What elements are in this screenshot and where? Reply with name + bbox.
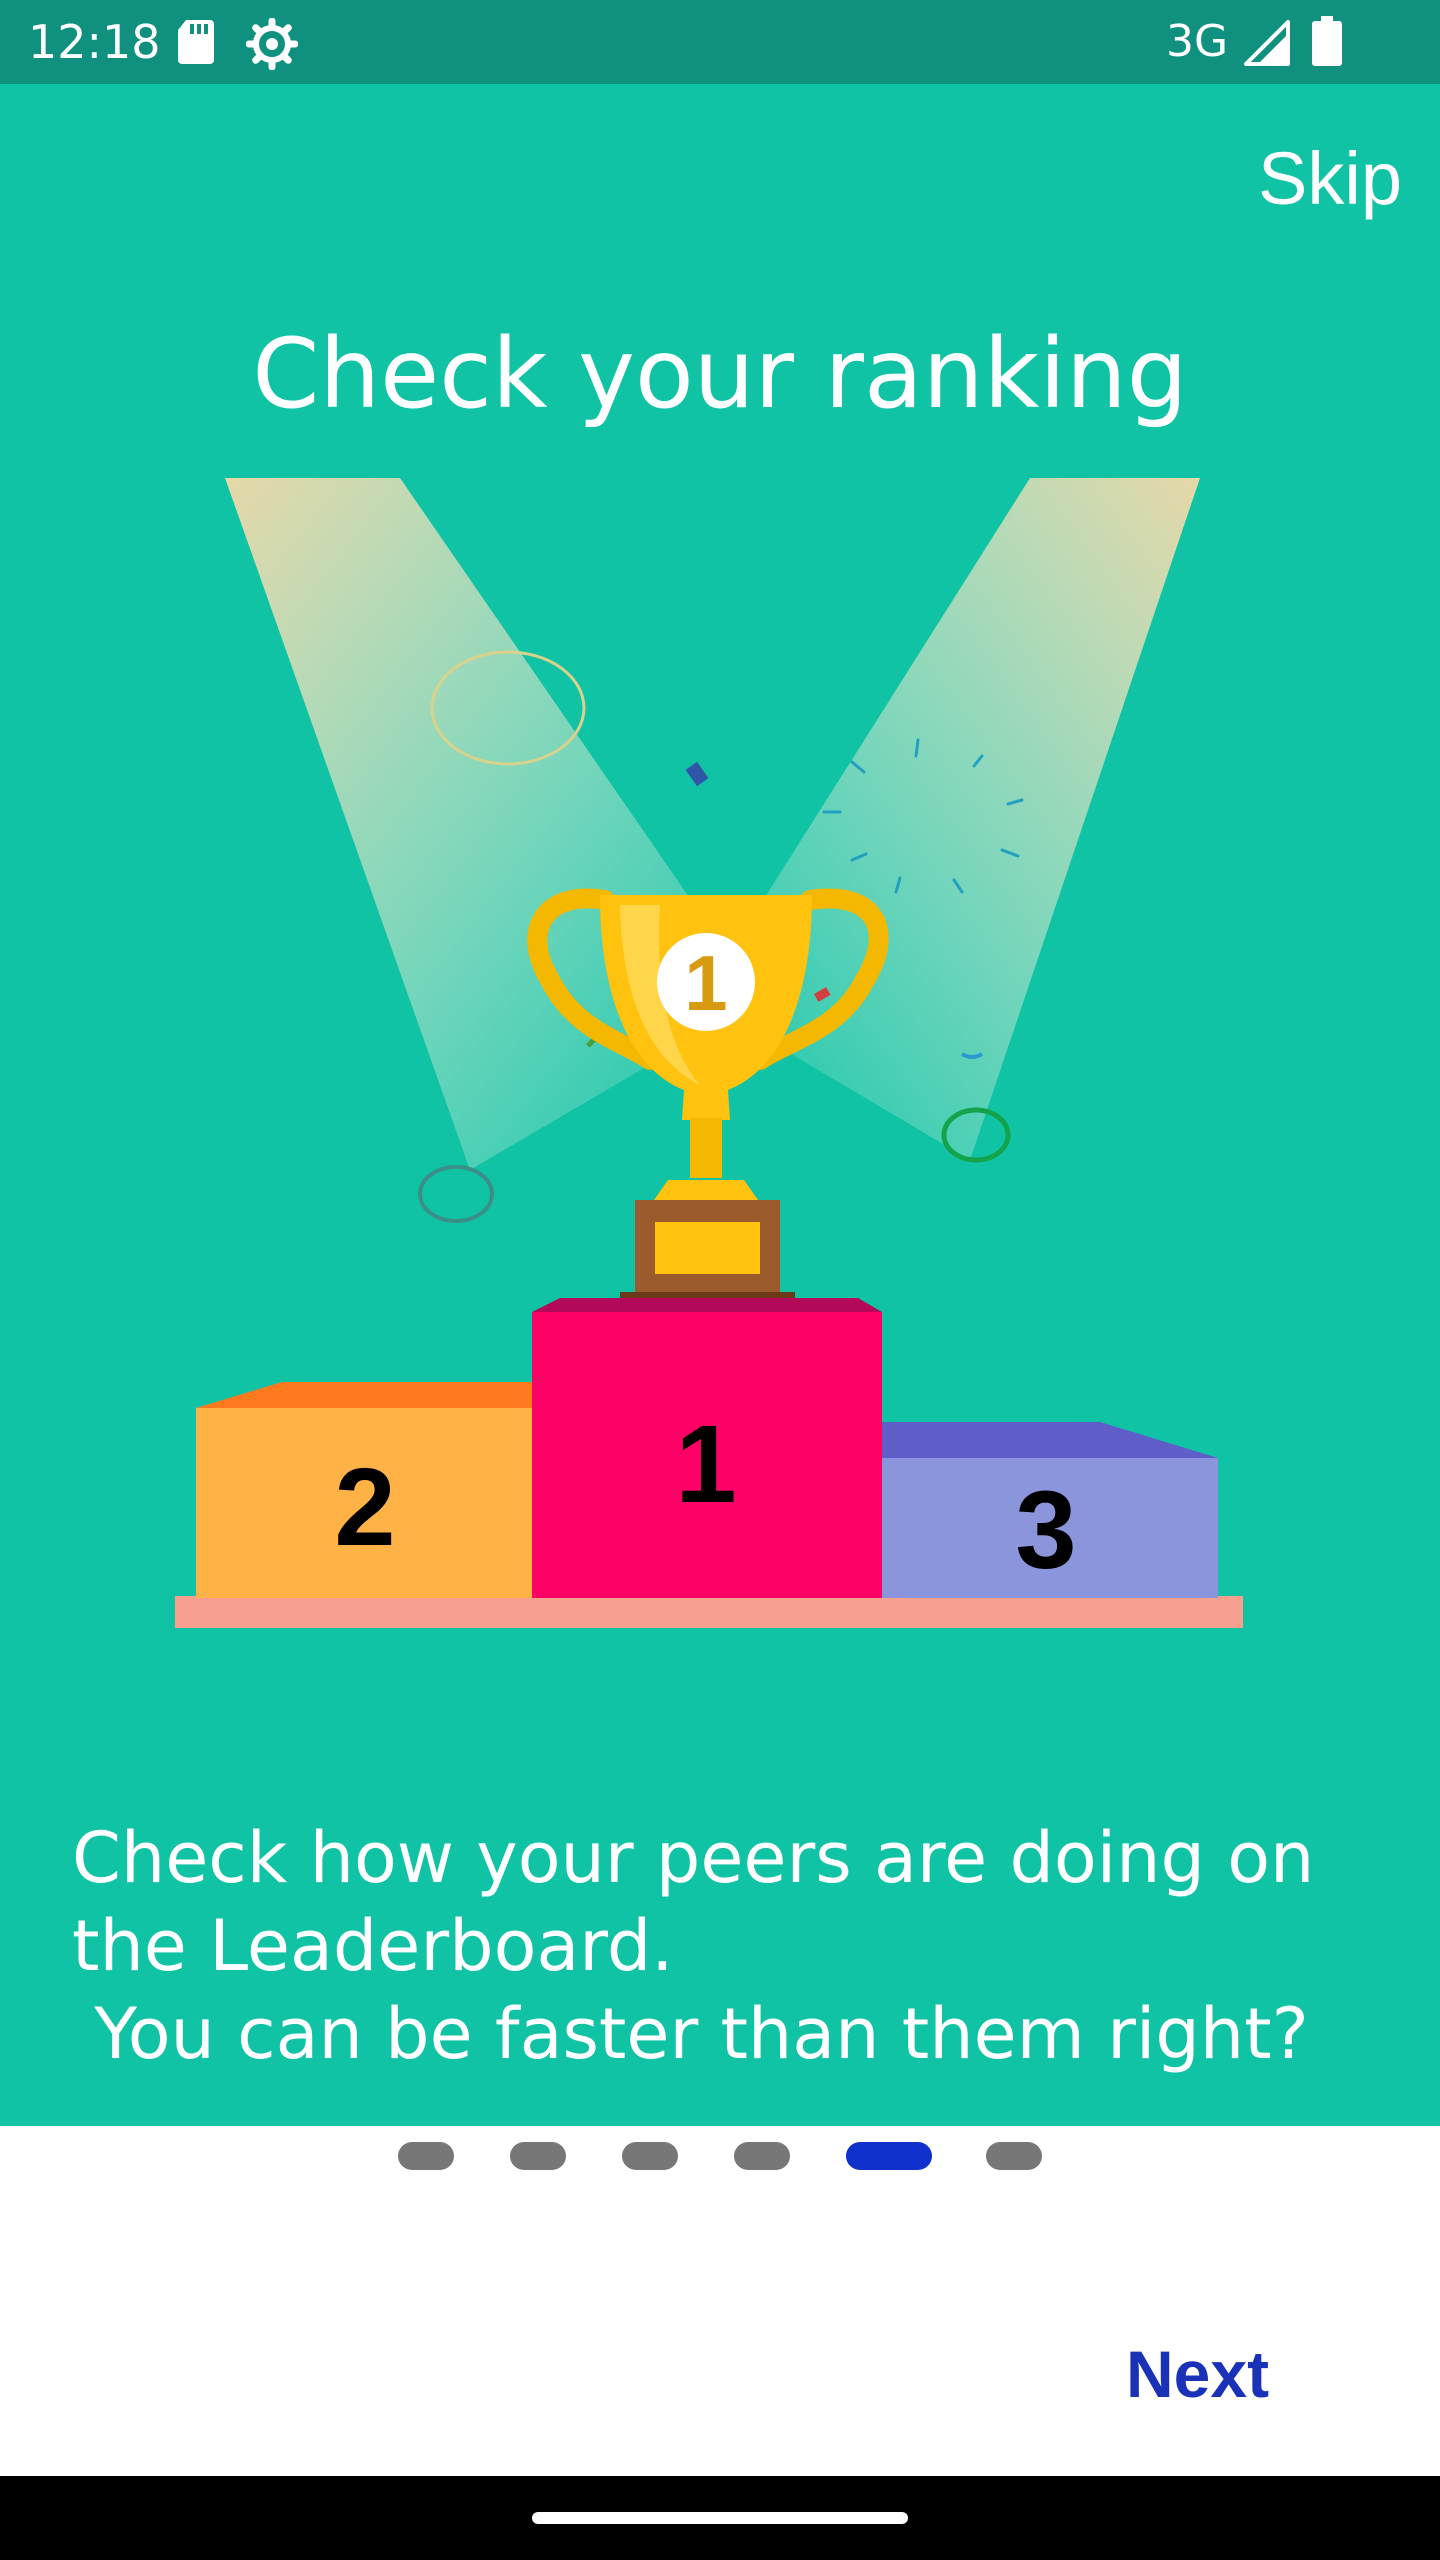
page-dot[interactable] xyxy=(398,2142,454,2170)
confetti-ring xyxy=(418,1165,494,1223)
ranking-illustration: 1 2 3 1 xyxy=(175,478,1243,1628)
podium-first-label: 1 xyxy=(675,1403,736,1526)
status-time: 12:18 xyxy=(28,15,161,69)
podium-third-label: 3 xyxy=(1015,1469,1076,1592)
page-dot[interactable] xyxy=(734,2142,790,2170)
next-button[interactable]: Next xyxy=(1126,2336,1269,2412)
page-dot[interactable] xyxy=(622,2142,678,2170)
page-dot[interactable] xyxy=(986,2142,1042,2170)
podium-second-label: 2 xyxy=(334,1446,395,1569)
home-gesture-handle[interactable] xyxy=(532,2512,908,2524)
status-bar: 12:18 3G xyxy=(0,0,1440,84)
confetti-piece xyxy=(685,761,709,787)
page-dot-active[interactable] xyxy=(846,2142,932,2170)
network-type: 3G xyxy=(1166,16,1229,67)
skip-button[interactable]: Skip xyxy=(1258,136,1402,221)
sd-card-icon xyxy=(176,18,216,71)
page-dot[interactable] xyxy=(510,2142,566,2170)
signal-icon xyxy=(1244,20,1290,71)
settings-gear-icon xyxy=(245,17,299,75)
battery-icon xyxy=(1312,16,1342,71)
page-title: Check your ranking xyxy=(252,318,1188,430)
page-description: Check how your peers are doing on the Le… xyxy=(72,1817,1315,2075)
podium: 2 3 1 xyxy=(175,1298,1243,1628)
page-indicator xyxy=(0,2142,1440,2174)
trophy-number: 1 xyxy=(684,939,727,1027)
podium-base xyxy=(175,1596,1243,1628)
